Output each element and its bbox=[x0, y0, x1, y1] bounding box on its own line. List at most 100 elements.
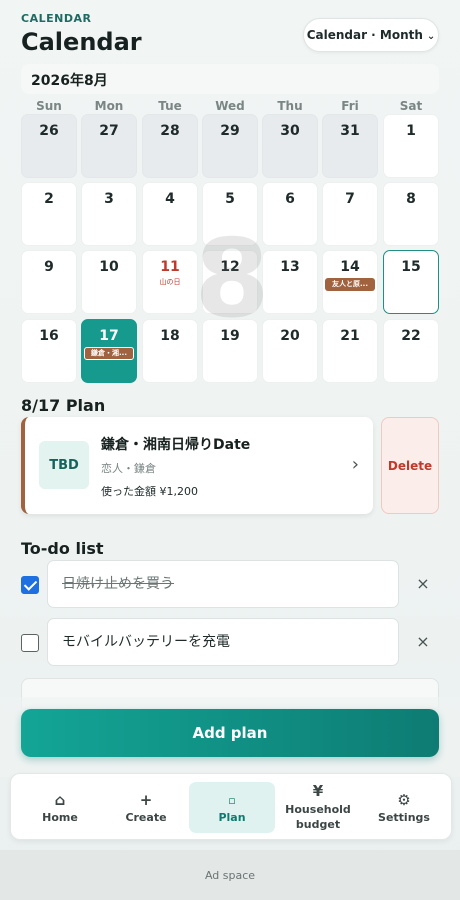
plan-title: 鎌倉・湘南日帰りDate bbox=[101, 437, 251, 453]
day-number: 19 bbox=[220, 328, 240, 344]
chevron-right-icon: › bbox=[351, 454, 359, 475]
calendar-day[interactable]: 8 bbox=[383, 182, 439, 246]
close-icon[interactable]: × bbox=[414, 574, 432, 593]
day-number: 18 bbox=[160, 328, 180, 344]
eyebrow-label: CALENDAR bbox=[21, 12, 92, 25]
plan-card[interactable]: TBD 鎌倉・湘南日帰りDate 恋人・鎌倉 使った金額 ¥1,200 › bbox=[21, 417, 373, 514]
plan-subtitle: 恋人・鎌倉 bbox=[101, 462, 156, 475]
weekday-header: Tue bbox=[158, 99, 182, 113]
calendar-day[interactable]: 10 bbox=[81, 250, 137, 314]
chevron-down-icon: ⌄ bbox=[426, 31, 436, 42]
day-number: 13 bbox=[280, 259, 300, 275]
day-number: 31 bbox=[340, 123, 360, 139]
day-number: 30 bbox=[280, 123, 300, 139]
calendar-day[interactable]: 19 bbox=[202, 319, 258, 383]
tab-label: Household budget bbox=[285, 803, 351, 831]
day-number: 1 bbox=[406, 123, 416, 139]
weekday-header: Fri bbox=[341, 99, 359, 113]
day-number: 4 bbox=[165, 191, 175, 207]
calendar-day[interactable]: 13 bbox=[262, 250, 318, 314]
day-number: 2 bbox=[44, 191, 54, 207]
ad-space: Ad space bbox=[0, 850, 460, 900]
day-number: 21 bbox=[340, 328, 360, 344]
calendar-day[interactable]: 2 bbox=[21, 182, 77, 246]
day-number: 8 bbox=[406, 191, 416, 207]
month-bar: 2026年8月 bbox=[21, 64, 439, 94]
day-number: 3 bbox=[104, 191, 114, 207]
tab-settings[interactable]: ⚙ Settings bbox=[361, 782, 447, 833]
tab-label: Settings bbox=[378, 810, 430, 824]
tab-home[interactable]: ⌂ Home bbox=[17, 782, 103, 833]
calendar-day[interactable]: 4 bbox=[142, 182, 198, 246]
todo-text-field[interactable]: 日焼け止めを買う bbox=[47, 560, 399, 608]
plan-thumbnail: TBD bbox=[39, 441, 89, 489]
day-number: 27 bbox=[99, 123, 119, 139]
day-number: 11 bbox=[160, 259, 180, 275]
todo-text-field[interactable]: モバイルバッテリーを充電 bbox=[47, 618, 399, 666]
calendar-day[interactable]: 22 bbox=[383, 319, 439, 383]
day-number: 20 bbox=[280, 328, 300, 344]
bottom-tab-bar: ⌂ Home + Create ▫ Plan ¥ Household budget ⚙ Setti… bbox=[10, 773, 452, 840]
tab-label: Create bbox=[125, 810, 167, 824]
plan-section-title: 8/17 Plan bbox=[21, 396, 106, 415]
day-number: 9 bbox=[44, 259, 54, 275]
calendar-day[interactable]: 1 bbox=[383, 114, 439, 178]
calendar-day[interactable]: 20 bbox=[262, 319, 318, 383]
weekday-header: Mon bbox=[94, 99, 124, 113]
todo-checkbox[interactable] bbox=[21, 634, 39, 652]
calendar-day[interactable]: 29 bbox=[202, 114, 258, 178]
weekday-header: Thu bbox=[277, 99, 303, 113]
day-number: 15 bbox=[401, 259, 421, 275]
tab-household-budget[interactable]: ¥ Household budget bbox=[275, 782, 361, 833]
day-number: 17 bbox=[99, 328, 119, 344]
calendar-day[interactable]: 31 bbox=[322, 114, 378, 178]
calendar-day[interactable]: 14 友人と原... bbox=[322, 250, 378, 314]
tab-plan[interactable]: ▫ Plan bbox=[189, 782, 275, 833]
calendar-day[interactable]: 27 bbox=[81, 114, 137, 178]
view-mode-select[interactable]: Calendar · Month ⌄ bbox=[303, 18, 439, 52]
weekday-header: Sat bbox=[399, 99, 423, 113]
add-plan-button[interactable]: Add plan bbox=[21, 709, 439, 757]
calendar-day[interactable]: 9 bbox=[21, 250, 77, 314]
calendar-day[interactable]: 5 bbox=[202, 182, 258, 246]
weekday-header: Sun bbox=[36, 99, 62, 113]
day-number: 28 bbox=[160, 123, 180, 139]
page-title: Calendar bbox=[21, 28, 142, 56]
delete-plan-button[interactable]: Delete bbox=[381, 417, 439, 514]
tab-create[interactable]: + Create bbox=[103, 782, 189, 833]
month-label: 2026年8月 bbox=[31, 73, 108, 89]
plan-spent-amount: 使った金額 ¥1,200 bbox=[101, 485, 198, 498]
day-number: 26 bbox=[39, 123, 59, 139]
day-number: 14 bbox=[340, 259, 360, 275]
calendar-day[interactable]: 28 bbox=[142, 114, 198, 178]
plus-icon: + bbox=[139, 790, 153, 809]
calendar-day[interactable]: 21 bbox=[322, 319, 378, 383]
calendar-day[interactable]: 3 bbox=[81, 182, 137, 246]
event-chip: 友人と原... bbox=[325, 278, 375, 291]
calendar-day-today[interactable]: 15 bbox=[383, 250, 439, 314]
event-chip: 鎌倉・湘... bbox=[84, 347, 134, 360]
view-mode-label: Calendar · Month bbox=[306, 28, 423, 42]
calendar-day[interactable]: 7 bbox=[322, 182, 378, 246]
calendar-day[interactable]: 26 bbox=[21, 114, 77, 178]
weekday-header: Wed bbox=[215, 99, 245, 113]
day-number: 16 bbox=[39, 328, 59, 344]
calendar-day[interactable]: 18 bbox=[142, 319, 198, 383]
day-number: 29 bbox=[220, 123, 240, 139]
gear-icon: ⚙ bbox=[397, 790, 411, 809]
day-number: 22 bbox=[401, 328, 421, 344]
calendar-day[interactable]: 6 bbox=[262, 182, 318, 246]
day-number: 5 bbox=[225, 191, 235, 207]
todo-checkbox[interactable] bbox=[21, 576, 39, 594]
tab-label: Home bbox=[42, 810, 78, 824]
calendar-day[interactable]: 16 bbox=[21, 319, 77, 383]
holiday-label: 山の日 bbox=[159, 278, 181, 286]
close-icon[interactable]: × bbox=[414, 632, 432, 651]
plan-icon: ▫ bbox=[228, 793, 236, 807]
calendar-day[interactable]: 12 bbox=[202, 250, 258, 314]
calendar-day-selected[interactable]: 17 鎌倉・湘... bbox=[81, 319, 137, 383]
day-number: 6 bbox=[285, 191, 295, 207]
calendar-day[interactable]: 11 山の日 bbox=[142, 250, 198, 314]
calendar-day[interactable]: 30 bbox=[262, 114, 318, 178]
day-number: 10 bbox=[99, 259, 119, 275]
